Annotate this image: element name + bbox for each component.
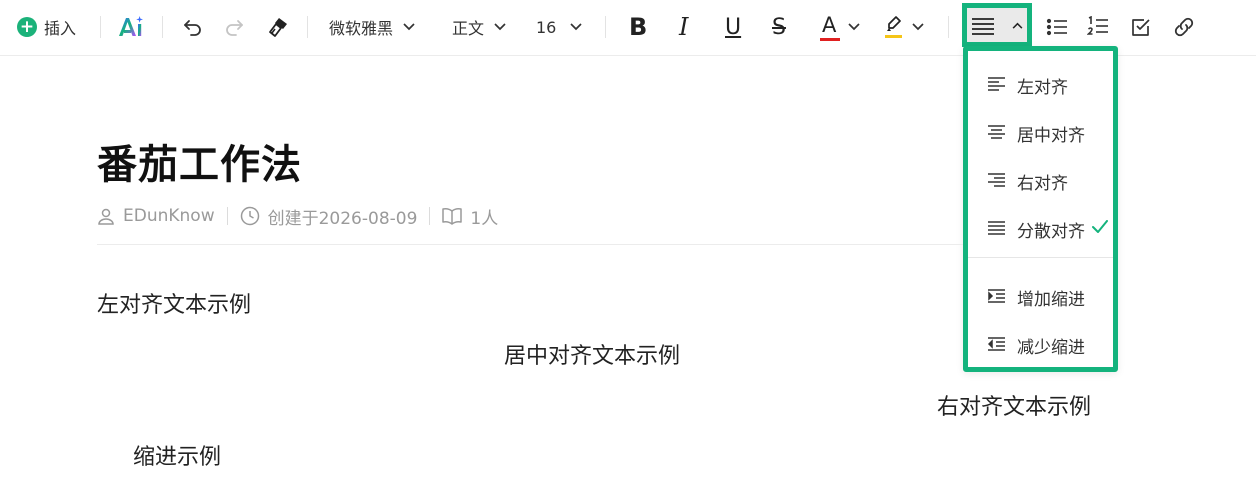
bold-button[interactable]: B	[629, 10, 647, 44]
reader-count[interactable]: 1人	[470, 204, 498, 229]
highlight-color-button[interactable]	[884, 10, 924, 44]
task-list-button[interactable]	[1130, 10, 1152, 44]
clock-icon	[240, 206, 259, 226]
menu-item-align-center[interactable]: 居中对齐	[968, 113, 1113, 153]
paragraph-right-aligned[interactable]: 右对齐文本示例	[937, 389, 1091, 421]
menu-item-align-justify[interactable]: 分散对齐	[968, 209, 1113, 249]
menu-item-indent-increase[interactable]: 增加缩进	[968, 277, 1113, 317]
align-justify-icon	[972, 18, 994, 35]
insert-label: 插入	[44, 19, 77, 38]
ai-button[interactable]	[117, 10, 145, 44]
chevron-up-icon	[1012, 22, 1023, 29]
bold-icon: B	[629, 13, 648, 41]
numbered-list-icon	[1087, 16, 1108, 35]
highlighter-icon	[885, 16, 902, 38]
paragraph-style-select[interactable]: 正文	[452, 10, 506, 44]
meta-divider	[429, 207, 431, 225]
link-icon	[1174, 17, 1194, 37]
indent-decrease-icon	[988, 337, 1005, 351]
toolbar-divider	[162, 16, 163, 38]
bullet-list-button[interactable]	[1046, 10, 1068, 44]
text-color-icon: A	[820, 12, 840, 42]
created-date: 创建于2026-08-09	[267, 208, 418, 229]
toolbar-divider	[605, 16, 606, 38]
meta-divider-line	[97, 244, 963, 245]
menu-item-label: 右对齐	[1017, 173, 1068, 194]
meta-divider	[226, 207, 228, 225]
underline-button[interactable]: U	[725, 10, 741, 44]
strikethrough-button[interactable]: S	[772, 10, 786, 44]
toolbar-divider	[100, 16, 101, 38]
menu-item-label: 左对齐	[1017, 77, 1068, 98]
align-right-icon	[988, 173, 1005, 187]
numbered-list-button[interactable]	[1087, 10, 1109, 44]
paragraph-indented[interactable]: 缩进示例	[133, 439, 221, 471]
document-title[interactable]: 番茄工作法	[97, 132, 302, 190]
italic-icon: I	[679, 13, 689, 41]
redo-button[interactable]	[223, 10, 245, 44]
menu-item-label: 居中对齐	[1017, 125, 1085, 146]
book-icon	[442, 208, 463, 225]
format-painter-button[interactable]	[266, 10, 290, 44]
undo-icon	[184, 20, 201, 36]
alignment-menu: 左对齐 居中对齐 右对齐 分散对齐 增加缩进 减少缩进	[963, 46, 1118, 372]
paragraph-center-aligned[interactable]: 居中对齐文本示例	[504, 338, 680, 370]
paragraph-style-value: 正文	[452, 19, 485, 38]
ai-icon	[119, 16, 143, 36]
menu-item-indent-decrease[interactable]: 减少缩进	[968, 325, 1113, 365]
font-size-select[interactable]: 16	[536, 10, 582, 44]
plus-icon: +	[17, 17, 37, 37]
alignment-button[interactable]	[962, 3, 1032, 47]
chevron-down-icon	[570, 23, 582, 31]
toolbar-divider	[307, 16, 308, 38]
menu-item-label: 分散对齐	[1017, 221, 1085, 242]
underline-icon: U	[725, 14, 742, 40]
link-button[interactable]	[1172, 10, 1196, 44]
strikethrough-icon: S	[772, 14, 786, 40]
font-size-value: 16	[536, 17, 557, 37]
indent-increase-icon	[988, 289, 1005, 303]
chevron-down-icon	[848, 23, 860, 31]
menu-item-label: 减少缩进	[1017, 337, 1085, 358]
chevron-down-icon	[403, 23, 415, 31]
bullet-list-icon	[1046, 18, 1067, 36]
user-icon	[98, 208, 114, 225]
menu-item-align-left[interactable]: 左对齐	[968, 65, 1113, 105]
insert-button[interactable]: + 插入	[17, 10, 76, 44]
author-name[interactable]: EDunKnow	[123, 206, 215, 226]
toolbar-divider	[948, 16, 949, 38]
text-color-button[interactable]: A	[820, 10, 860, 44]
paragraph-left-aligned[interactable]: 左对齐文本示例	[97, 287, 251, 319]
menu-item-align-right[interactable]: 右对齐	[968, 161, 1113, 201]
document-meta: EDunKnow 创建于2026-08-09 1人	[97, 200, 498, 232]
menu-divider	[968, 257, 1113, 258]
italic-button[interactable]: I	[679, 10, 688, 44]
format-painter-icon	[269, 18, 287, 37]
chevron-down-icon	[912, 23, 924, 31]
checkmark-icon	[1092, 220, 1108, 233]
chevron-down-icon	[494, 23, 506, 31]
font-family-select[interactable]: 微软雅黑	[329, 10, 415, 44]
font-family-value: 微软雅黑	[329, 19, 394, 38]
undo-button[interactable]	[182, 10, 204, 44]
redo-icon	[226, 20, 243, 36]
checkbox-icon	[1132, 19, 1150, 36]
align-left-icon	[988, 77, 1005, 91]
menu-item-label: 增加缩进	[1017, 289, 1085, 310]
align-center-icon	[988, 125, 1005, 139]
align-justify-icon	[988, 221, 1005, 235]
